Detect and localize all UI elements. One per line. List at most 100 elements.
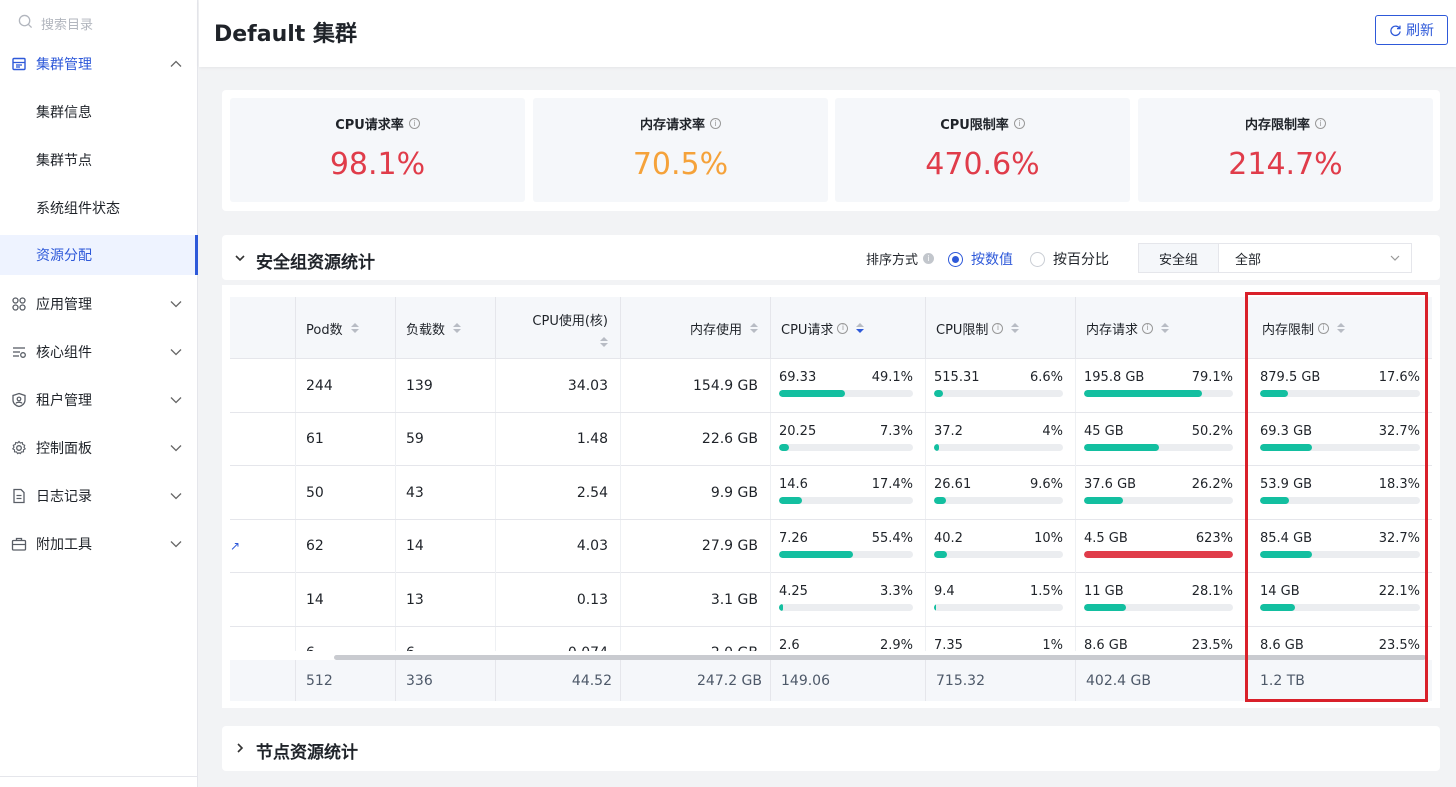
bar-value: 7.35 [934, 637, 963, 652]
sort-label: 排序方式 i [866, 249, 935, 268]
bar-labels: 7.35 1% [934, 638, 1063, 652]
sidebar-sub-cluster-info[interactable]: 集群信息 [0, 88, 197, 136]
bar-value: 69.33 [779, 370, 817, 385]
bar-value: 195.8 GB [1084, 370, 1145, 385]
sidebar-item-components[interactable]: 核心组件 [0, 328, 197, 376]
cell-mem-use: 22.6 GB [621, 412, 771, 466]
metric-label: 内存请求率 [639, 118, 705, 133]
sort-icon[interactable] [600, 336, 608, 347]
info-icon[interactable]: i [710, 118, 721, 129]
cell-cpu-req: 2.6 2.9% [771, 626, 926, 651]
info-icon[interactable]: i [992, 322, 1004, 334]
info-icon[interactable]: i [1013, 118, 1025, 129]
col-cpu-limit[interactable]: CPU限制 i [926, 297, 1076, 359]
usage-bar-track [934, 550, 1063, 558]
sort-icon[interactable] [453, 323, 462, 333]
cell-loads: 43 [396, 466, 496, 519]
bar-percent: 623% [1195, 530, 1233, 546]
metric-value: 98.1% [329, 147, 426, 182]
chevron-right-icon[interactable] [234, 742, 246, 754]
cell-mem-req: 11 GB 28.1% [1076, 573, 1246, 626]
refresh-button[interactable]: 刷新 [1375, 15, 1448, 45]
chevron-down-icon [170, 445, 182, 452]
usage-bar-track [779, 604, 913, 611]
sidebar-sub-component-status[interactable]: 系统组件状态 [0, 184, 197, 232]
sidebar-sub-resource-allocation[interactable]: 资源分配 [0, 235, 198, 275]
cell-mem-use: 3.1 GB [621, 573, 771, 626]
usage-bar-fill [1084, 443, 1159, 451]
info-icon[interactable]: i [837, 322, 849, 334]
sort-icon[interactable] [350, 323, 359, 333]
bar-percent: 79.1% [1191, 370, 1233, 385]
bar-labels: 7.26 55.4% [779, 531, 913, 546]
usage-bar-track [779, 497, 913, 504]
sidebar-item-logs[interactable]: 日志记录 [0, 472, 197, 520]
col-pods[interactable]: Pod数 [296, 297, 396, 359]
total-pods: 512 [296, 660, 396, 701]
cell-cpu-use: 0.13 [496, 573, 621, 626]
sidebar-item-label: 日志记录 [36, 489, 92, 505]
sidebar-sub-label: 集群节点 [36, 153, 92, 169]
radio-by-value[interactable]: 按数值 [948, 249, 1013, 269]
sidebar: 搜索目录 集群管理 集群信息 集群节点 系统组件状态 资源分配 应用管理 核心组… [0, 0, 198, 787]
sidebar-item-cluster[interactable]: 集群管理 [0, 40, 197, 88]
total-cpu-request: 149.06 [771, 660, 926, 701]
total-cpu-use: 44.52 [496, 660, 621, 701]
cell-mem-req: 45 GB 50.2% [1076, 412, 1246, 466]
search-icon [18, 14, 33, 33]
security-group-filter[interactable]: 安全组 全部 [1138, 243, 1412, 273]
usage-bar-track [779, 390, 913, 397]
info-icon[interactable]: i [1315, 118, 1326, 129]
usage-bar-track [1084, 550, 1233, 558]
search-placeholder: 搜索目录 [41, 17, 94, 33]
sidebar-divider [0, 776, 197, 777]
sidebar-item-apps[interactable]: 应用管理 [0, 280, 197, 328]
chevron-down-icon [170, 349, 182, 356]
sidebar-item-tenants[interactable]: 租户管理 [0, 376, 197, 424]
usage-bar-fill [1084, 390, 1202, 397]
col-mem-use[interactable]: 内存使用 [621, 297, 771, 359]
metric-value: 470.6% [925, 147, 1040, 182]
cell-loads: 6 [396, 626, 496, 651]
col-mem-request[interactable]: 内存请求 i [1076, 297, 1246, 359]
col-loads[interactable]: 负载数 [396, 297, 496, 359]
usage-bar-fill [934, 497, 947, 504]
cluster-icon [10, 55, 28, 73]
radio-by-percent[interactable]: 按百分比 [1030, 249, 1109, 269]
bar-value: 45 GB [1084, 423, 1124, 439]
bar-percent: 3.3% [879, 584, 913, 599]
sidebar-item-tools[interactable]: 附加工具 [0, 520, 197, 568]
info-icon[interactable]: i [923, 253, 935, 264]
bar-value: 9.4 [934, 584, 955, 599]
cell-loads: 14 [396, 519, 496, 573]
sort-icon[interactable] [1011, 323, 1020, 333]
cell-cpu-use: 1.48 [496, 412, 621, 466]
cell-cpu-lim: 9.4 1.5% [926, 573, 1076, 626]
filter-select[interactable]: 全部 [1219, 244, 1411, 272]
bar-percent: 23.5% [1191, 637, 1233, 652]
bar-percent: 28.1% [1191, 584, 1233, 599]
sidebar-sub-cluster-nodes[interactable]: 集群节点 [0, 136, 197, 184]
total-loads: 336 [396, 660, 496, 701]
cell-cpu-lim: 7.35 1% [926, 626, 1076, 652]
external-link-icon[interactable]: ↗ [230, 539, 240, 553]
col-cpu-use[interactable]: CPU使用(核) [496, 297, 621, 359]
sort-icon[interactable] [856, 323, 865, 333]
bar-labels: 26.61 9.6% [934, 477, 1063, 492]
sort-icon[interactable] [1161, 323, 1170, 333]
info-icon[interactable]: i [1142, 322, 1154, 334]
bar-value: 26.61 [934, 477, 972, 492]
col-cpu-request[interactable]: CPU请求 i [771, 297, 926, 359]
info-icon[interactable]: i [408, 118, 420, 129]
col-label: CPU限制 [936, 322, 989, 338]
sidebar-item-control-panel[interactable]: 控制面板 [0, 424, 197, 472]
cell-mem-use: 9.9 GB [621, 466, 771, 519]
sidebar-item-label: 集群管理 [36, 57, 92, 73]
chevron-down-icon[interactable] [234, 252, 246, 264]
sort-icon[interactable] [750, 323, 758, 333]
bar-value: 7.26 [779, 530, 808, 546]
bar-value: 20.25 [779, 423, 817, 439]
bar-labels: 45 GB 50.2% [1084, 424, 1233, 439]
metric-cpu-request-rate: CPU请求率 i 98.1% [230, 98, 525, 202]
bar-value: 515.31 [934, 370, 980, 385]
